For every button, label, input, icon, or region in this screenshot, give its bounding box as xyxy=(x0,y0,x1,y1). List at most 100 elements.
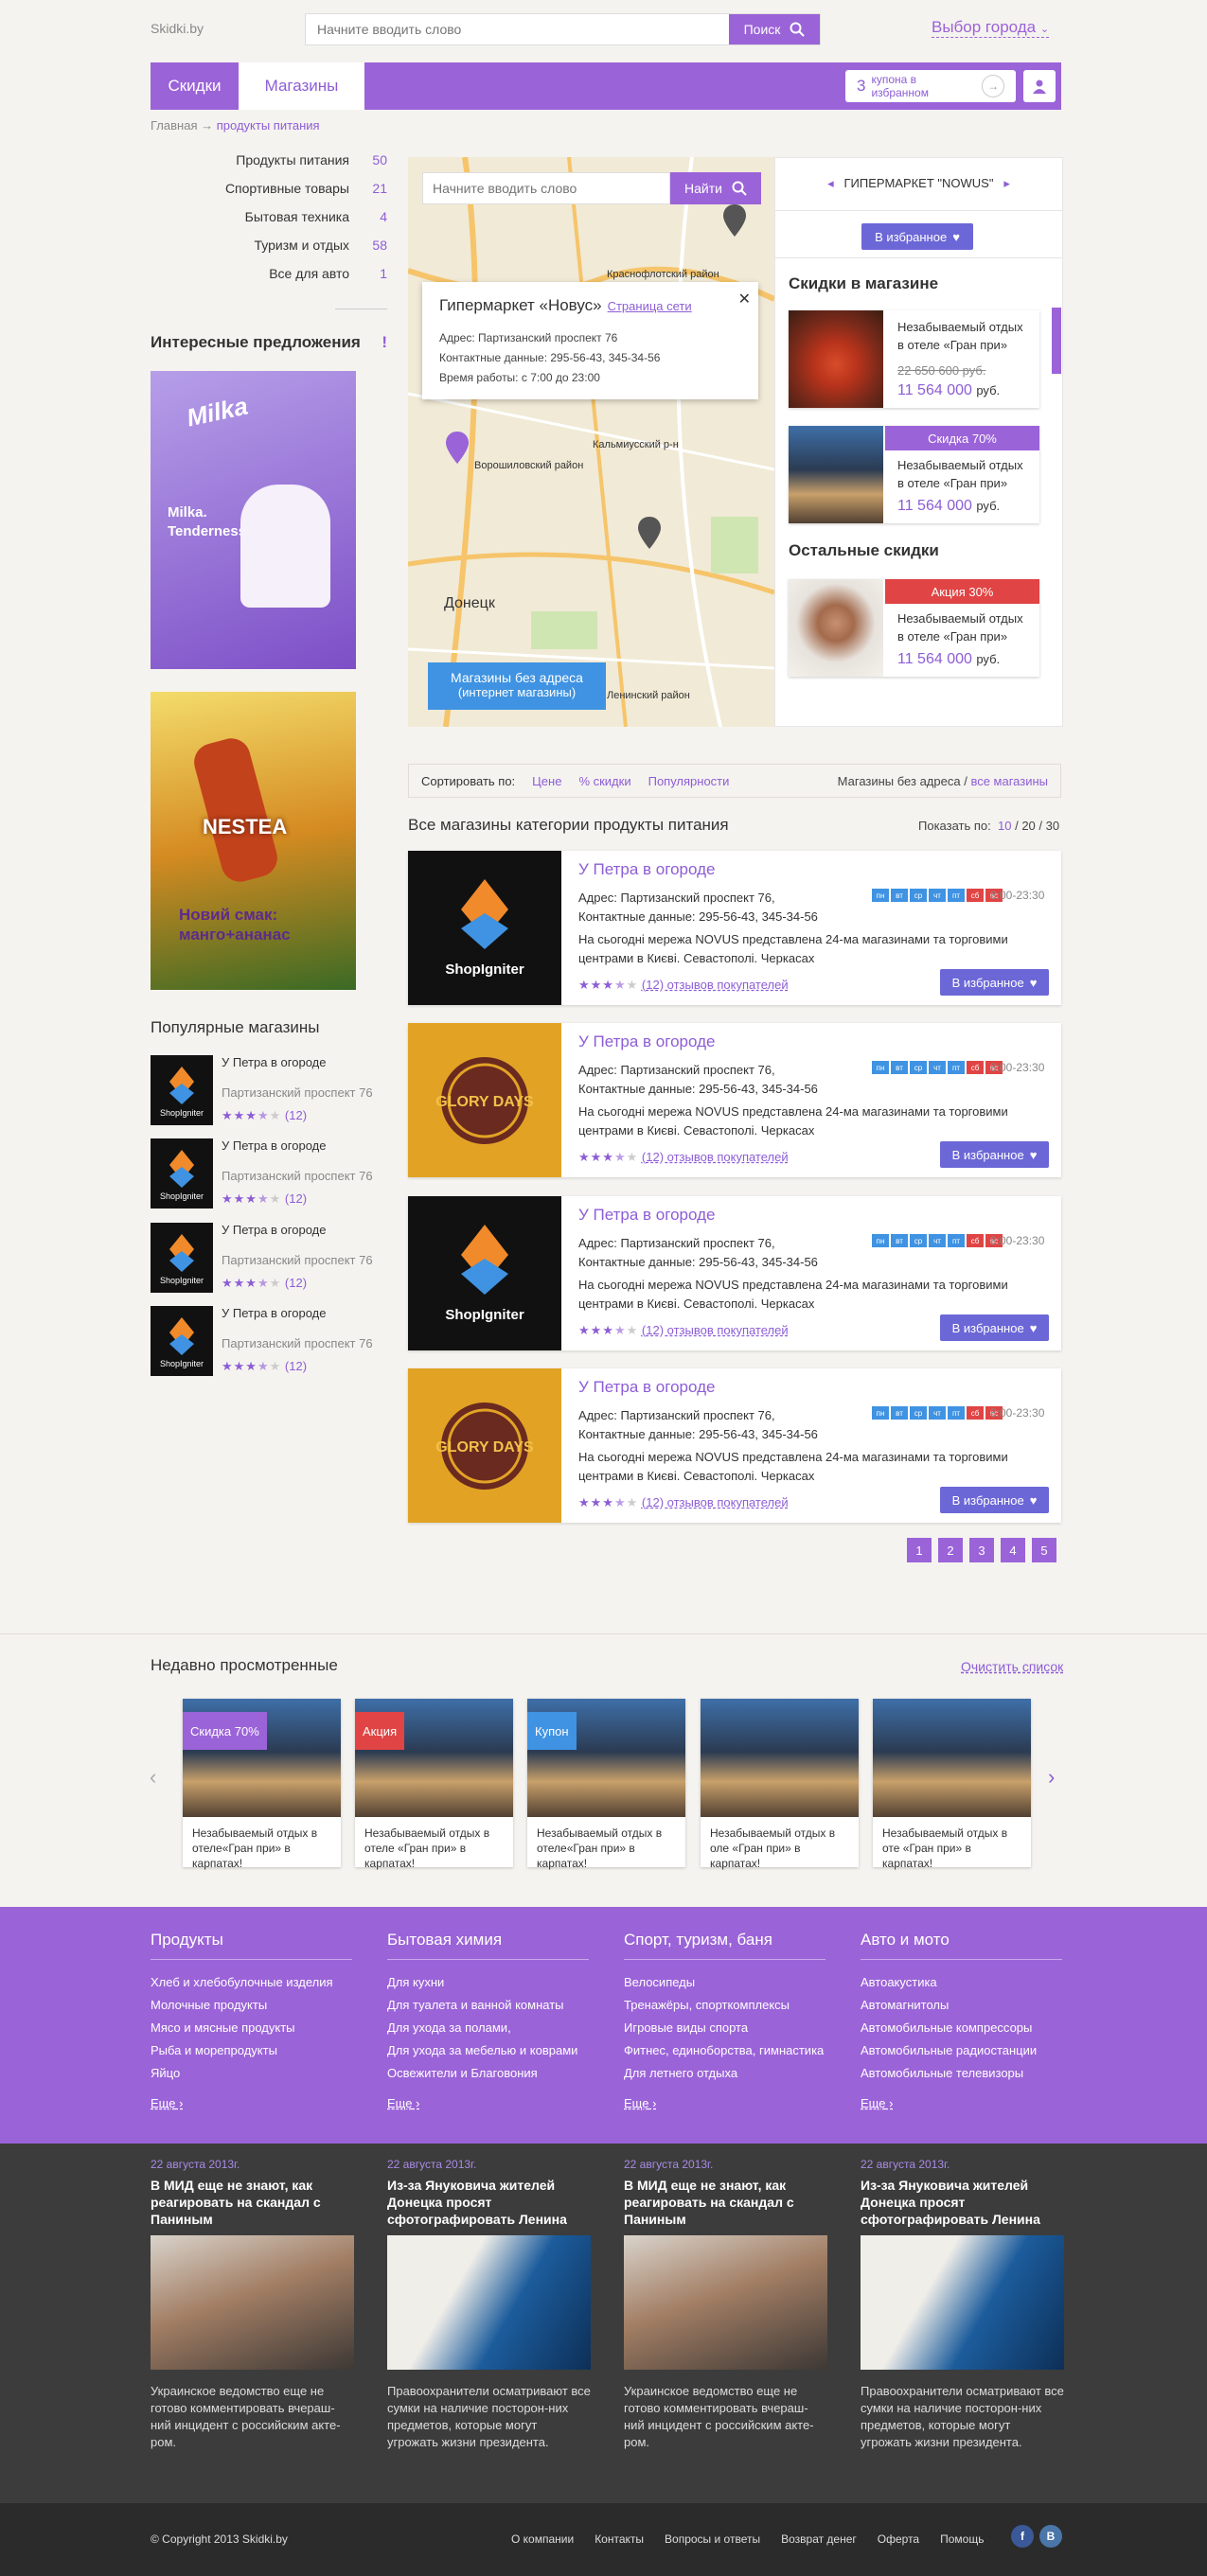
reviews-link[interactable]: (12) отзывов покупателей xyxy=(642,1150,789,1164)
store-map[interactable]: Донецк Ворошиловский район Кальмиусский … xyxy=(408,157,774,727)
footer-link[interactable]: Рыба и морепродукты xyxy=(151,2039,352,2062)
footer-link[interactable]: Для кухни xyxy=(387,1971,589,1994)
reviews-count[interactable]: (12) xyxy=(285,1359,307,1373)
favorites-counter[interactable]: 3 купона в избранном → xyxy=(845,70,1016,102)
news-title[interactable]: В МИД еще не знают, как реагировать на с… xyxy=(151,2177,354,2228)
news-item[interactable]: 22 августа 2013г. Из-за Януковича жителе… xyxy=(387,2150,591,2451)
news-title[interactable]: В МИД еще не знают, как реагировать на с… xyxy=(624,2177,827,2228)
category-item[interactable]: Продукты питания 50 xyxy=(151,152,387,168)
footer-link[interactable]: Хлеб и хлебобулочные изделия xyxy=(151,1971,352,1994)
deal-card[interactable]: Акция 30% Незабываемый отдых в отеле «Гр… xyxy=(789,579,1039,677)
footer-link[interactable]: Автомобильные телевизоры xyxy=(861,2062,1062,2085)
store-name[interactable]: У Петра в огороде xyxy=(578,860,715,879)
deal-card[interactable]: Скидка 70% Незабываемый отдых в отеле «Г… xyxy=(789,426,1039,523)
map-search-button[interactable]: Найти xyxy=(670,172,761,204)
footer-link[interactable]: Автомобильные компрессоры xyxy=(861,2017,1062,2039)
sort-by-popularity[interactable]: Популярности xyxy=(648,774,730,788)
store-name[interactable]: У Петра в огороде xyxy=(222,1138,326,1153)
sort-by-price[interactable]: Цене xyxy=(532,774,561,788)
footer-link[interactable]: Оферта xyxy=(878,2532,919,2546)
search-button[interactable]: Поиск xyxy=(729,14,820,44)
news-item[interactable]: 22 августа 2013г. Из-за Януковича жителе… xyxy=(861,2150,1064,2451)
footer-link[interactable]: Контакты xyxy=(595,2532,644,2546)
facebook-icon[interactable]: f xyxy=(1011,2525,1034,2548)
sort-by-discount[interactable]: % скидки xyxy=(578,774,630,788)
popular-store-item[interactable]: ShopIgniter У Петра в огороде Партизанск… xyxy=(151,1138,397,1209)
chevron-left-icon[interactable]: ‹ xyxy=(150,1765,156,1790)
page-button[interactable]: 4 xyxy=(1001,1538,1025,1562)
milka-banner[interactable]: Milka Milka. Tenderness xyxy=(151,371,356,669)
footer-link[interactable]: Автомагнитолы xyxy=(861,1994,1062,2017)
nestea-banner[interactable]: NESTEA Новий смак: манго+ананас xyxy=(151,692,356,990)
popular-store-item[interactable]: ShopIgniter У Петра в огороде Партизанск… xyxy=(151,1306,397,1377)
map-search-input[interactable] xyxy=(422,172,670,204)
online-stores-button[interactable]: Магазины без адреса (интернет магазины) xyxy=(428,662,606,710)
news-item[interactable]: 22 августа 2013г. В МИД еще не знают, ка… xyxy=(151,2150,354,2451)
recent-deal-card[interactable]: Акция Незабываемый отдых в отеле «Гран пр… xyxy=(355,1699,513,1870)
footer-link[interactable]: Освежители и Благовония xyxy=(387,2062,589,2085)
store-name[interactable]: У Петра в огороде xyxy=(222,1306,326,1320)
add-to-favorites-button[interactable]: В избранное ♥ xyxy=(940,1314,1049,1341)
recent-deal-card[interactable]: Купон Незабываемый отдых в отеле«Гран при… xyxy=(527,1699,685,1870)
breadcrumb-home[interactable]: Главная xyxy=(151,118,197,132)
city-selector[interactable]: Выбор города ⌄ xyxy=(932,18,1050,38)
page-button[interactable]: 1 xyxy=(907,1538,932,1562)
reviews-count[interactable]: (12) xyxy=(285,1276,307,1290)
news-item[interactable]: 22 августа 2013г. В МИД еще не знают, ка… xyxy=(624,2150,827,2451)
footer-link[interactable]: Автомобильные радиостанции xyxy=(861,2039,1062,2062)
vk-icon[interactable]: В xyxy=(1039,2525,1062,2548)
footer-more-link[interactable]: Еще › xyxy=(861,2096,1062,2110)
footer-link[interactable]: Помощь xyxy=(940,2532,984,2546)
footer-link[interactable]: Яйцо xyxy=(151,2062,352,2085)
reviews-count[interactable]: (12) xyxy=(285,1191,307,1206)
breadcrumb-current[interactable]: продукты питания xyxy=(217,118,320,132)
footer-link[interactable]: Для ухода за мебелью и коврами xyxy=(387,2039,589,2062)
per-page-option[interactable]: 10 xyxy=(998,819,1011,833)
footer-more-link[interactable]: Еще › xyxy=(624,2096,825,2110)
popup-store-link[interactable]: Страница сети xyxy=(608,299,692,313)
chevron-left-icon[interactable]: ◂ xyxy=(827,176,834,190)
footer-link[interactable]: Мясо и мясные продукты xyxy=(151,2017,352,2039)
recent-deal-card[interactable]: Незабываемый отдых в оле «Гран при» в ка… xyxy=(701,1699,859,1870)
per-page-option[interactable]: 30 xyxy=(1046,819,1059,833)
add-to-favorites-button[interactable]: В избранное ♥ xyxy=(940,1141,1049,1168)
store-switcher[interactable]: ◂ ГИПЕРМАРКЕТ "NOWUS" ▸ xyxy=(774,176,1063,191)
add-to-favorites-button[interactable]: В избранное ♥ xyxy=(940,1487,1049,1513)
store-name[interactable]: У Петра в огороде xyxy=(578,1206,715,1225)
clear-list-link[interactable]: Очистить список xyxy=(961,1659,1063,1674)
page-button[interactable]: 5 xyxy=(1032,1538,1056,1562)
footer-link[interactable]: Вопросы и ответы xyxy=(665,2532,760,2546)
reviews-count[interactable]: (12) xyxy=(285,1108,307,1122)
category-item[interactable]: Все для авто 1 xyxy=(151,266,387,281)
store-name[interactable]: У Петра в огороде xyxy=(222,1055,326,1069)
add-to-favorites-button[interactable]: В избранное ♥ xyxy=(861,223,973,250)
footer-link[interactable]: Тренажёры, спорткомплексы xyxy=(624,1994,825,2017)
footer-more-link[interactable]: Еще › xyxy=(151,2096,352,2110)
store-name[interactable]: У Петра в огороде xyxy=(578,1032,715,1051)
all-stores-link[interactable]: все магазины xyxy=(970,774,1048,788)
user-profile-button[interactable] xyxy=(1023,70,1056,102)
deal-card[interactable]: Незабываемый отдых в отеле «Гран при» 22… xyxy=(789,310,1039,408)
footer-link[interactable]: Велосипеды xyxy=(624,1971,825,1994)
recent-deal-card[interactable]: Незабываемый отдых в оте «Гран при» в ка… xyxy=(873,1699,1031,1870)
tab-stores[interactable]: Магазины xyxy=(239,62,364,110)
add-to-favorites-button[interactable]: В избранное ♥ xyxy=(940,969,1049,996)
per-page-option[interactable]: 20 xyxy=(1021,819,1035,833)
category-item[interactable]: Туризм и отдых 58 xyxy=(151,238,387,253)
store-name[interactable]: У Петра в огороде xyxy=(222,1223,326,1237)
footer-link[interactable]: Молочные продукты xyxy=(151,1994,352,2017)
category-item[interactable]: Бытовая техника 4 xyxy=(151,209,387,224)
store-name[interactable]: У Петра в огороде xyxy=(578,1378,715,1397)
search-input[interactable] xyxy=(306,14,729,44)
news-title[interactable]: Из-за Януковича жителей Донецка просят с… xyxy=(861,2177,1064,2228)
site-logo[interactable]: Skidki.by xyxy=(151,21,204,36)
reviews-link[interactable]: (12) отзывов покупателей xyxy=(642,1495,789,1509)
footer-more-link[interactable]: Еще › xyxy=(387,2096,589,2110)
close-icon[interactable]: ✕ xyxy=(738,290,751,309)
page-button[interactable]: 2 xyxy=(938,1538,963,1562)
page-button[interactable]: 3 xyxy=(969,1538,994,1562)
chevron-right-icon[interactable]: › xyxy=(1048,1765,1055,1790)
tab-discounts[interactable]: Скидки xyxy=(151,62,239,110)
footer-link[interactable]: Возврат денег xyxy=(781,2532,857,2546)
popular-store-item[interactable]: ShopIgniter У Петра в огороде Партизанск… xyxy=(151,1055,397,1126)
